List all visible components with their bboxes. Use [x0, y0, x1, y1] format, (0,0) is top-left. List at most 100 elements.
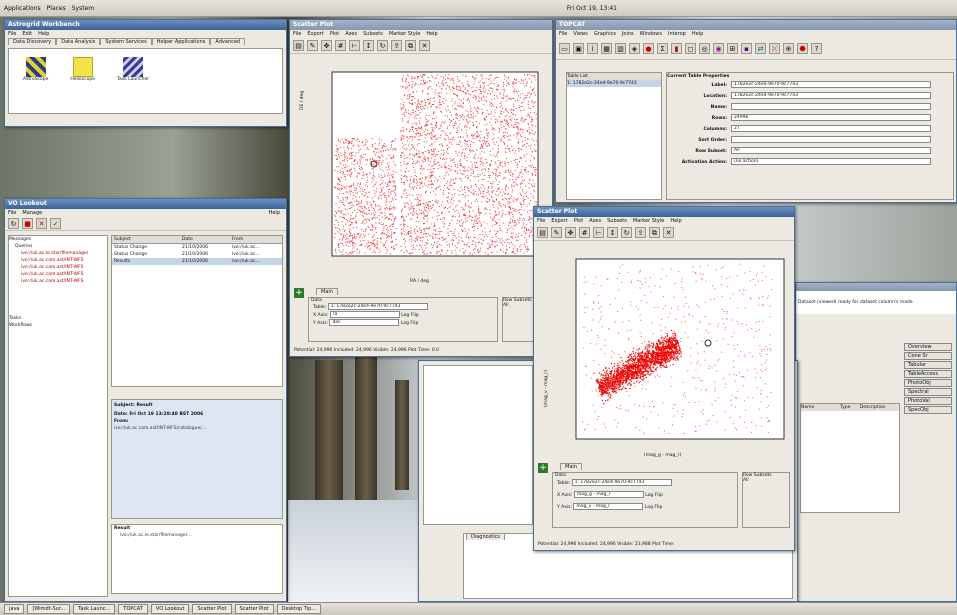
refresh-icon[interactable]: ↻	[8, 218, 19, 229]
menu-interop[interactable]: Interop	[668, 30, 686, 38]
tab-data-discovery[interactable]: Data Discovery	[8, 38, 57, 45]
menu-applications[interactable]: Applications	[4, 5, 41, 12]
menu-axes[interactable]: Axes	[345, 30, 357, 38]
pair-match-icon[interactable]: ⤫	[769, 43, 780, 54]
concat-icon[interactable]: ⊕	[783, 43, 794, 54]
histogram-icon[interactable]: ▮	[671, 43, 682, 54]
tree-query-item[interactable]: ivo://uk.ac.cam.ast/INT-WFS	[9, 278, 107, 285]
plot3d-icon[interactable]: ◎	[699, 43, 710, 54]
message-row[interactable]: Status Change 21/10/2006 ivo://uk.ac...	[112, 244, 282, 251]
menu-marker-style[interactable]: Marker Style	[633, 217, 664, 225]
service-photoobj[interactable]: PhotoObj	[904, 379, 952, 387]
col-type[interactable]: Type	[840, 404, 860, 411]
scatter2-plot[interactable]	[548, 253, 790, 453]
menu-places[interactable]: Places	[47, 5, 66, 12]
plot2d-icon[interactable]: ◻	[685, 43, 696, 54]
tree-query-item[interactable]: ivo://uk.ac.cam.ast/INT-WFS	[9, 257, 107, 264]
subset-icon[interactable]: ✎	[551, 227, 562, 238]
axis-icon[interactable]: ⊢	[349, 40, 360, 51]
tab-data-analysis[interactable]: Data Analysis	[56, 38, 101, 45]
columns-icon[interactable]: ▥	[615, 43, 626, 54]
taskbar-item[interactable]: Scatter Plot	[234, 604, 274, 614]
table-list-item[interactable]: 1: 1782e2c-24e4-9e70-9c7743	[567, 80, 661, 87]
col-description[interactable]: Description	[860, 404, 899, 411]
property-value[interactable]	[731, 103, 931, 110]
property-value[interactable]: 24996	[731, 114, 931, 121]
save-table-icon[interactable]: ▣	[573, 43, 584, 54]
menu-subsets[interactable]: Subsets	[607, 217, 627, 225]
tree-query-item[interactable]: ivo://uk.ac.cam.ast/INT-WFS	[9, 264, 107, 271]
menu-axes[interactable]: Axes	[589, 217, 601, 225]
match-icon[interactable]: ⇄	[755, 43, 766, 54]
grid-icon[interactable]: #	[335, 40, 346, 51]
taskbar-item[interactable]: Scatter Plot	[192, 604, 232, 614]
col-name[interactable]: Name	[801, 404, 840, 411]
table-select[interactable]: 1: 1782e2c-24e4-9e70-9c7743	[327, 303, 428, 310]
x-axis-select[interactable]: ra	[329, 311, 400, 318]
print-icon[interactable]: ▤	[537, 227, 548, 238]
refresh-icon[interactable]: ↻	[377, 40, 388, 51]
message-row[interactable]: Results 21/10/2006 ivo://uk.ac...	[112, 258, 282, 265]
menu-help[interactable]: Help	[269, 209, 280, 217]
menu-file[interactable]: File	[537, 217, 545, 225]
property-value[interactable]: 27	[731, 125, 931, 132]
workbench-title[interactable]: Astrogrid Workbench	[5, 20, 286, 30]
tab-main[interactable]: Main	[560, 463, 582, 470]
print-icon[interactable]: ▤	[293, 40, 304, 51]
app-astroscope[interactable]: AstroScope	[23, 57, 48, 105]
menu-help[interactable]: Help	[692, 30, 703, 38]
menu-graphics[interactable]: Graphics	[594, 30, 616, 38]
col-subject[interactable]: Subject	[112, 236, 182, 243]
tab-helper-applications[interactable]: Helper Applications	[151, 38, 211, 45]
menu-subsets[interactable]: Subsets	[363, 30, 383, 38]
export-icon[interactable]: ⇪	[635, 227, 646, 238]
rescale-icon[interactable]: ↕	[607, 227, 618, 238]
app-task-launcher[interactable]: Task Launcher	[117, 57, 149, 105]
menu-marker-style[interactable]: Marker Style	[389, 30, 420, 38]
density-icon[interactable]: ▪	[741, 43, 752, 54]
subset-icon[interactable]: ✎	[307, 40, 318, 51]
taskbar-item[interactable]: [Wimdt-Sur...	[27, 604, 71, 614]
app-helioscope[interactable]: Helioscope	[70, 57, 95, 105]
axis-icon[interactable]: ⊢	[593, 227, 604, 238]
x-flip-checkbox[interactable]: Flip	[655, 493, 663, 498]
add-dataset-icon[interactable]: +	[538, 463, 548, 473]
property-value[interactable]: 1782e2c-24e4-9e70-9c7743	[731, 92, 931, 99]
copy-icon[interactable]: ⧉	[405, 40, 416, 51]
tab-system-services[interactable]: System Services	[100, 38, 152, 45]
menu-windows[interactable]: Windows	[640, 30, 662, 38]
menu-plot[interactable]: Plot	[574, 217, 583, 225]
topcat-title[interactable]: TOPCAT	[556, 20, 956, 30]
taskbar-item[interactable]: java	[4, 604, 25, 614]
scatter1-title[interactable]: Scatter Plot	[290, 20, 552, 30]
service-cone[interactable]: Cone Sr	[904, 352, 952, 360]
col-from[interactable]: From	[232, 236, 282, 243]
property-value[interactable]: 1782e2c-24e4-9e70-9c7743	[731, 81, 931, 88]
property-value[interactable]: (no action)	[731, 158, 931, 165]
tree-query-item[interactable]: ivo://uk.ac.cam.ast/INT-WFS	[9, 271, 107, 278]
menu-views[interactable]: Views	[573, 30, 587, 38]
menu-help[interactable]: Help	[38, 30, 49, 38]
menu-file[interactable]: File	[8, 209, 16, 217]
menu-help[interactable]: Help	[670, 217, 681, 225]
y-flip-checkbox[interactable]: Flip	[410, 321, 418, 326]
tab-diagnostics[interactable]: Diagnostics	[466, 533, 506, 540]
tree-messages[interactable]: Messages	[9, 236, 107, 243]
taskbar-item[interactable]: Desktop Tip...	[276, 604, 322, 614]
property-value[interactable]	[731, 136, 931, 143]
service-photoval[interactable]: PhotoVal	[904, 397, 952, 405]
service-overview[interactable]: Overview	[904, 343, 952, 351]
col-date[interactable]: Date	[182, 236, 232, 243]
menu-export[interactable]: Export	[307, 30, 323, 38]
scatter2-title[interactable]: Scatter Plot	[534, 207, 794, 217]
clock[interactable]: Fri Oct 19, 13:41	[567, 5, 617, 12]
stilts-icon[interactable]: ⊞	[727, 43, 738, 54]
service-spectral[interactable]: Spectral	[904, 388, 952, 396]
menu-export[interactable]: Export	[551, 217, 567, 225]
property-value[interactable]: All	[731, 147, 931, 154]
stop-icon[interactable]: ⬣	[797, 43, 808, 54]
subsets-icon[interactable]: ◈	[629, 43, 640, 54]
menu-edit[interactable]: Edit	[22, 30, 32, 38]
stop-icon[interactable]: ✕	[36, 218, 47, 229]
taskbar-item[interactable]: Task Launc...	[73, 604, 116, 614]
